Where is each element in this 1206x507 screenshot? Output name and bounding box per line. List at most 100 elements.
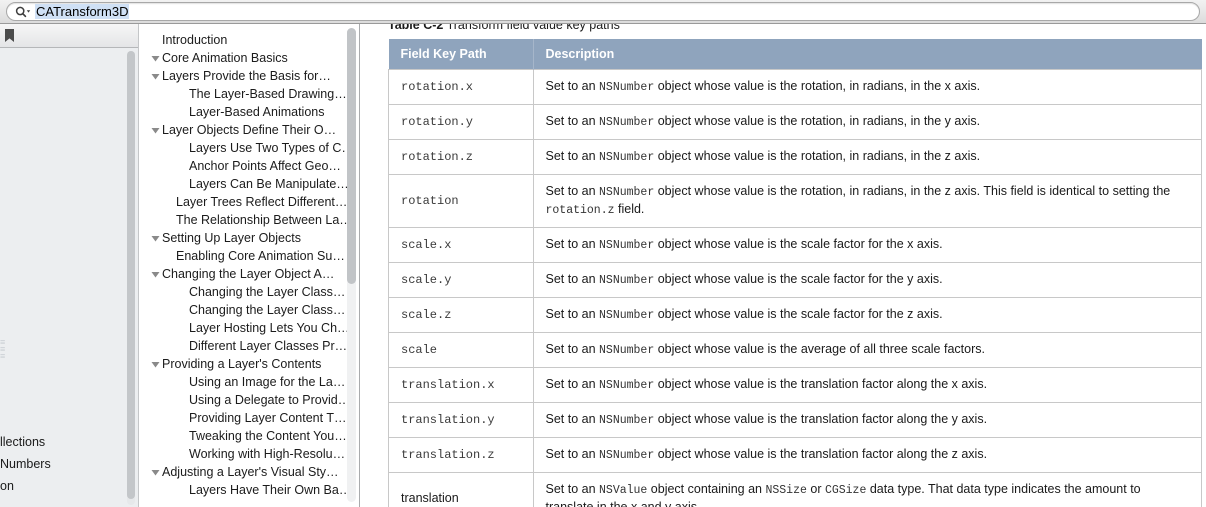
toc-item[interactable]: Providing Layer Content T… <box>139 409 351 427</box>
left-panel-clipped-item[interactable]: on <box>0 475 124 497</box>
disclosure-triangle-open-icon[interactable] <box>149 234 162 243</box>
bookmark-icon[interactable] <box>3 28 16 44</box>
search-field[interactable]: CATransform3D <box>6 2 1200 21</box>
toc-item-label: Core Animation Basics <box>162 49 288 67</box>
disclosure-triangle-open-icon[interactable] <box>149 360 162 369</box>
toc-item[interactable]: Enabling Core Animation Su… <box>139 247 351 265</box>
field-key-path-cell: translation.z <box>389 438 534 473</box>
api-symbol: NSNumber <box>599 116 654 129</box>
disclosure-triangle-open-icon[interactable] <box>149 126 162 135</box>
toc-item-label: Changing the Layer Object A… <box>162 265 334 283</box>
field-key-path-cell: scale.z <box>389 298 534 333</box>
toc-item-label: Tweaking the Content You… <box>189 427 347 445</box>
toc-item-label: Working with High-Resolu… <box>189 445 345 463</box>
toc-item[interactable]: Changing the Layer Class… <box>139 301 351 319</box>
toc-item-label: Changing the Layer Class… <box>189 283 345 301</box>
field-key-path-cell: rotation <box>389 175 534 228</box>
table-head: Field Key Path Description <box>389 39 1202 70</box>
toc-item[interactable]: Using an Image for the La… <box>139 373 351 391</box>
toc-item-label: Changing the Layer Class… <box>189 301 345 319</box>
left-panel-faint-marks: ≡≡≡ <box>0 339 18 360</box>
api-symbol: NSNumber <box>599 309 654 322</box>
api-symbol: NSNumber <box>599 239 654 252</box>
api-symbol: NSSize <box>765 484 806 497</box>
table-row: rotation.xSet to an NSNumber object whos… <box>389 70 1202 105</box>
search-icon[interactable] <box>15 6 31 18</box>
toc-item[interactable]: Layers Use Two Types of C… <box>139 139 351 157</box>
left-panel-clipped-item[interactable]: llections <box>0 431 124 453</box>
toc-scrollbar-thumb[interactable] <box>347 28 356 284</box>
table-of-contents-sidebar[interactable]: IntroductionCore Animation BasicsLayers … <box>138 24 360 507</box>
toc-item-label: Anchor Points Affect Geo… <box>189 157 341 175</box>
toc-item[interactable]: Layer Trees Reflect Different… <box>139 193 351 211</box>
toc-scrollbar[interactable] <box>347 28 356 502</box>
left-panel-header <box>0 24 138 48</box>
toc-item[interactable]: Core Animation Basics <box>139 49 351 67</box>
field-key-path-cell: scale <box>389 333 534 368</box>
document-scroll-body: Table C-2 Transform field value key path… <box>361 24 1206 507</box>
api-symbol: NSNumber <box>599 414 654 427</box>
toc-item-label: Introduction <box>162 31 227 49</box>
search-input-value[interactable]: CATransform3D <box>35 4 129 19</box>
toc-item-label: Using an Image for the La… <box>189 373 345 391</box>
toc-item[interactable]: Layers Provide the Basis for… <box>139 67 351 85</box>
toc-item[interactable]: Layer Hosting Lets You Ch… <box>139 319 351 337</box>
toc-item-label: Layers Use Two Types of C… <box>189 139 349 157</box>
table-row: rotation.ySet to an NSNumber object whos… <box>389 105 1202 140</box>
toc-item[interactable]: Layers Can Be Manipulate… <box>139 175 351 193</box>
table-header-row: Field Key Path Description <box>389 39 1202 70</box>
left-panel-scrollbar[interactable] <box>127 51 135 505</box>
field-key-path-cell: translation <box>389 473 534 507</box>
table-row: rotationSet to an NSNumber object whose … <box>389 175 1202 228</box>
toc-item[interactable]: Introduction <box>139 31 351 49</box>
toc-item-label: Different Layer Classes Pr… <box>189 337 347 355</box>
disclosure-triangle-open-icon[interactable] <box>149 54 162 63</box>
toc-item-label: Layer Hosting Lets You Ch… <box>189 319 349 337</box>
table-row: scale.zSet to an NSNumber object whose v… <box>389 298 1202 333</box>
api-symbol: NSNumber <box>599 379 654 392</box>
toc-item[interactable]: Layer Objects Define Their O… <box>139 121 351 139</box>
toc-item[interactable]: The Layer-Based Drawing… <box>139 85 351 103</box>
toc-item[interactable]: Setting Up Layer Objects <box>139 229 351 247</box>
toc-item[interactable]: Providing a Layer's Contents <box>139 355 351 373</box>
description-cell: Set to an NSNumber object whose value is… <box>533 228 1202 263</box>
transform-key-paths-table: Field Key Path Description rotation.xSet… <box>388 39 1202 507</box>
toc-item[interactable]: The Relationship Between La… <box>139 211 351 229</box>
description-cell: Set to an NSNumber object whose value is… <box>533 333 1202 368</box>
toc-item[interactable]: Anchor Points Affect Geo… <box>139 157 351 175</box>
toc-item-label: Layers Provide the Basis for… <box>162 67 331 85</box>
toc-item[interactable]: Tweaking the Content You… <box>139 427 351 445</box>
description-cell: Set to an NSNumber object whose value is… <box>533 105 1202 140</box>
toc-item[interactable]: Using a Delegate to Provid… <box>139 391 351 409</box>
table-row: translationSet to an NSValue object cont… <box>389 473 1202 507</box>
left-panel-scrollbar-thumb[interactable] <box>127 51 135 499</box>
toc-item[interactable]: Adjusting a Layer's Visual Sty… <box>139 463 351 481</box>
disclosure-triangle-open-icon[interactable] <box>149 468 162 477</box>
table-row: scale.xSet to an NSNumber object whose v… <box>389 228 1202 263</box>
toc-item-label: Setting Up Layer Objects <box>162 229 301 247</box>
disclosure-triangle-open-icon[interactable] <box>149 72 162 81</box>
toc-item[interactable]: Layers Have Their Own Ba… <box>139 481 351 499</box>
toc-item-label: The Layer-Based Drawing… <box>189 85 347 103</box>
description-cell: Set to an NSNumber object whose value is… <box>533 70 1202 105</box>
table-row: translation.zSet to an NSNumber object w… <box>389 438 1202 473</box>
documentation-viewer-window: CATransform3D ≡≡≡ llectionsNumberson Int… <box>0 0 1206 507</box>
toc-item[interactable]: Working with High-Resolu… <box>139 445 351 463</box>
description-cell: Set to an NSNumber object whose value is… <box>533 438 1202 473</box>
toc-item[interactable]: Layer-Based Animations <box>139 103 351 121</box>
toc-item-label: Layer Objects Define Their O… <box>162 121 336 139</box>
toc-item[interactable]: Changing the Layer Object A… <box>139 265 351 283</box>
table-row: rotation.zSet to an NSNumber object whos… <box>389 140 1202 175</box>
disclosure-triangle-open-icon[interactable] <box>149 270 162 279</box>
left-panel-body: ≡≡≡ llectionsNumberson <box>0 49 138 507</box>
table-row: translation.ySet to an NSNumber object w… <box>389 403 1202 438</box>
toc-item-label: Layers Can Be Manipulate… <box>189 175 349 193</box>
toc-item[interactable]: Different Layer Classes Pr… <box>139 337 351 355</box>
left-panel-clipped-item[interactable]: Numbers <box>0 453 124 475</box>
description-cell: Set to an NSNumber object whose value is… <box>533 263 1202 298</box>
description-cell: Set to an NSValue object containing an N… <box>533 473 1202 507</box>
description-cell: Set to an NSNumber object whose value is… <box>533 298 1202 333</box>
toc-item[interactable]: Changing the Layer Class… <box>139 283 351 301</box>
api-symbol: NSNumber <box>599 81 654 94</box>
toc-item-label: Layers Have Their Own Ba… <box>189 481 349 499</box>
